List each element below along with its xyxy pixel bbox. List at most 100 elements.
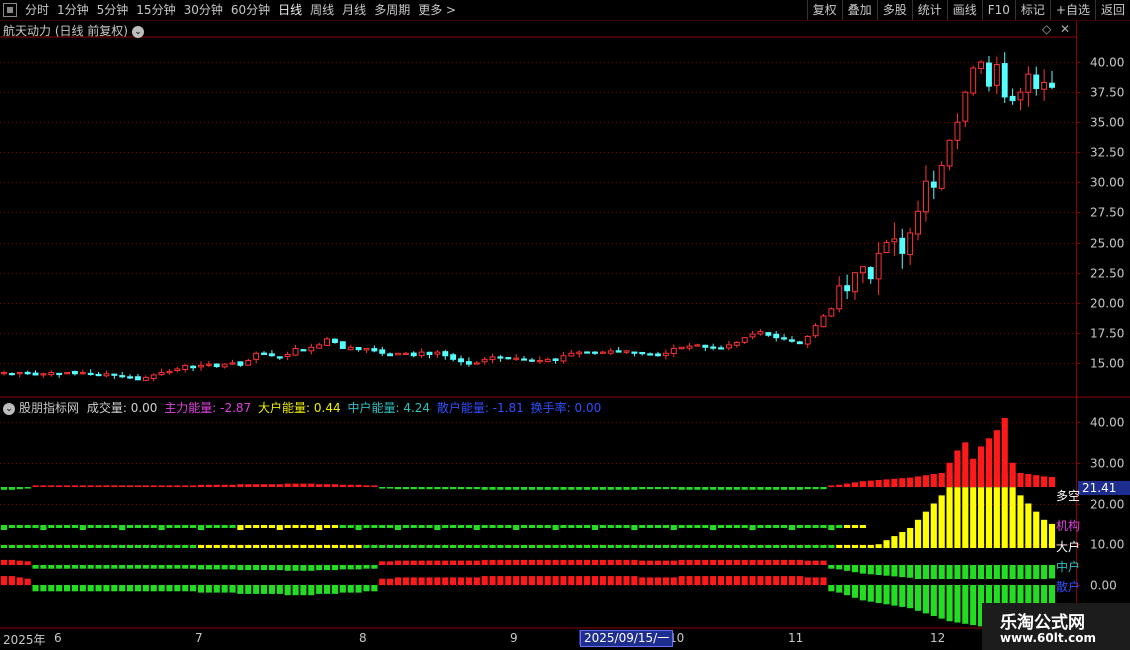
zhonghu-bar [946,565,953,579]
duokong-bar [442,487,449,490]
zhonghu-bar [166,565,173,569]
duokong-bar [371,485,378,487]
candle-body [867,267,874,280]
zhonghu-bar [119,565,126,569]
candle-body [1033,74,1040,90]
sanhu-bar [875,585,882,603]
candle-body [426,351,433,356]
sanhu-bar [16,577,23,585]
zhonghu-bar [434,560,441,565]
jigou-bar [260,525,268,528]
candle-body [182,364,189,371]
zhonghu-bar [749,559,756,565]
cursor-value-badge: 21.41 [1078,481,1130,495]
jigou-bar [40,525,47,530]
candle-body [1025,73,1032,93]
duokong-bar [300,483,307,487]
candle-body [332,338,338,343]
indicator-name: 股朋指标网 [19,401,80,415]
duokong-bar [702,487,709,490]
duokong-bar [190,485,197,487]
dahu-bar [1048,545,1056,548]
dahu-bar [788,545,796,548]
candle-body [781,337,788,340]
dahu-bar [883,540,890,545]
sanhu-bar [221,585,228,593]
candle-body [599,351,606,354]
candle-body [142,376,149,381]
jigou-bar [639,525,646,528]
diamond-icon[interactable]: ◇ [1042,22,1051,36]
candle-body [261,352,267,356]
candle-body [324,338,331,346]
zhonghu-bar [544,559,551,565]
dahu-bar [615,545,622,548]
dahu-bar [1033,511,1040,545]
candle-body [276,356,283,359]
indicator-bars [0,417,1056,627]
sanhu-bar [276,585,283,594]
jigou-bar [316,525,323,530]
candle-body [930,181,937,188]
candle-body [308,346,315,352]
sanhu-bar [119,585,126,592]
zhonghu-bar [111,565,118,569]
zhonghu-bar [513,559,520,565]
sanhu-bar [765,576,772,585]
dahu-bar [48,545,55,548]
sanhu-bar [584,576,591,585]
sanhu-bar [536,576,543,585]
dahu-bar [497,545,504,548]
dahu-bar [79,545,86,548]
dahu-bar [1033,545,1040,548]
jigou-bar [434,525,441,530]
duokong-bar [394,487,402,490]
jigou-bar [48,525,55,528]
dahu-bar [607,545,614,548]
sanhu-bar [781,576,788,585]
zhonghu-bar [907,565,914,578]
jigou-bar [197,525,205,530]
zhonghu-bar [355,565,362,570]
stock-chart[interactable]: 40.00 37.50 35.00 32.50 30.00 27.50 25.00 22.50… [0,0,1130,650]
sanhu-bar [426,577,433,585]
candle-body [119,375,126,378]
zhonghu-bar [1017,565,1024,579]
indicator-tick-label: 30.00 [1090,457,1124,471]
duokong-bar [205,484,212,487]
duokong-bar [670,487,677,490]
sanhu-bar [387,578,394,585]
candle-body [71,370,78,375]
duokong-bar [450,487,457,490]
price-tick-label: 37.50 [1090,86,1124,100]
duokong-bar [599,487,606,490]
jigou-bar [190,525,197,528]
jigou-bar [513,525,520,530]
duokong-bar [654,487,662,490]
duokong-bar [851,482,859,487]
candle-body [978,61,985,69]
duokong-bar [1033,475,1040,487]
chevron-down-icon[interactable]: ⌄ [132,25,144,38]
dahu-bar [922,511,929,545]
dahu-bar [749,545,756,548]
candle-body [560,355,567,362]
sanhu-bar [111,585,118,592]
candle-body [205,363,212,366]
candlestick-series [1,52,1055,382]
close-icon[interactable]: ✕ [1060,22,1070,36]
dahu-bar [836,545,843,548]
dahu-bar [1001,487,1008,545]
candle-body [442,351,449,357]
zhonghu-bar [584,559,591,565]
candle-body [166,370,173,374]
sanhu-bar [741,576,748,585]
chevron-down-icon[interactable]: ⌄ [3,402,15,415]
jigou-bar [844,525,851,528]
duokong-bar [820,487,827,490]
jigou-bar [95,525,102,528]
zhonghu-bar [8,559,15,565]
dahu-bar [205,545,212,548]
dahu-bar [859,545,866,548]
zhonghu-bar [371,565,378,569]
